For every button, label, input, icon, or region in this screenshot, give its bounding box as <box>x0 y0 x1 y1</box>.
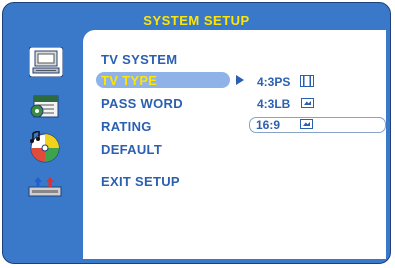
option-4-3ps[interactable]: 4:3PS <box>257 75 290 89</box>
computer-monitor-icon[interactable] <box>28 46 64 78</box>
speaker-arrows-icon[interactable] <box>28 175 62 199</box>
option-4-3lb[interactable]: 4:3LB <box>257 97 290 111</box>
menu-pass-word[interactable]: PASS WORD <box>101 96 183 111</box>
pan-scan-icon <box>300 74 314 87</box>
settings-calendar-icon[interactable] <box>30 93 60 119</box>
letterbox-icon <box>301 98 314 108</box>
menu-tv-type[interactable]: TV TYPE <box>101 73 157 88</box>
option-16-9[interactable]: 16:9 <box>256 118 280 132</box>
submenu-arrow-icon <box>236 75 244 85</box>
widescreen-icon <box>300 119 313 129</box>
menu-rating[interactable]: RATING <box>101 119 152 134</box>
menu-exit-setup[interactable]: EXIT SETUP <box>101 174 180 189</box>
menu-default[interactable]: DEFAULT <box>101 142 162 157</box>
music-disc-icon[interactable] <box>29 129 61 163</box>
setup-title: SYSTEM SETUP <box>143 13 250 28</box>
menu-tv-system[interactable]: TV SYSTEM <box>101 52 177 67</box>
